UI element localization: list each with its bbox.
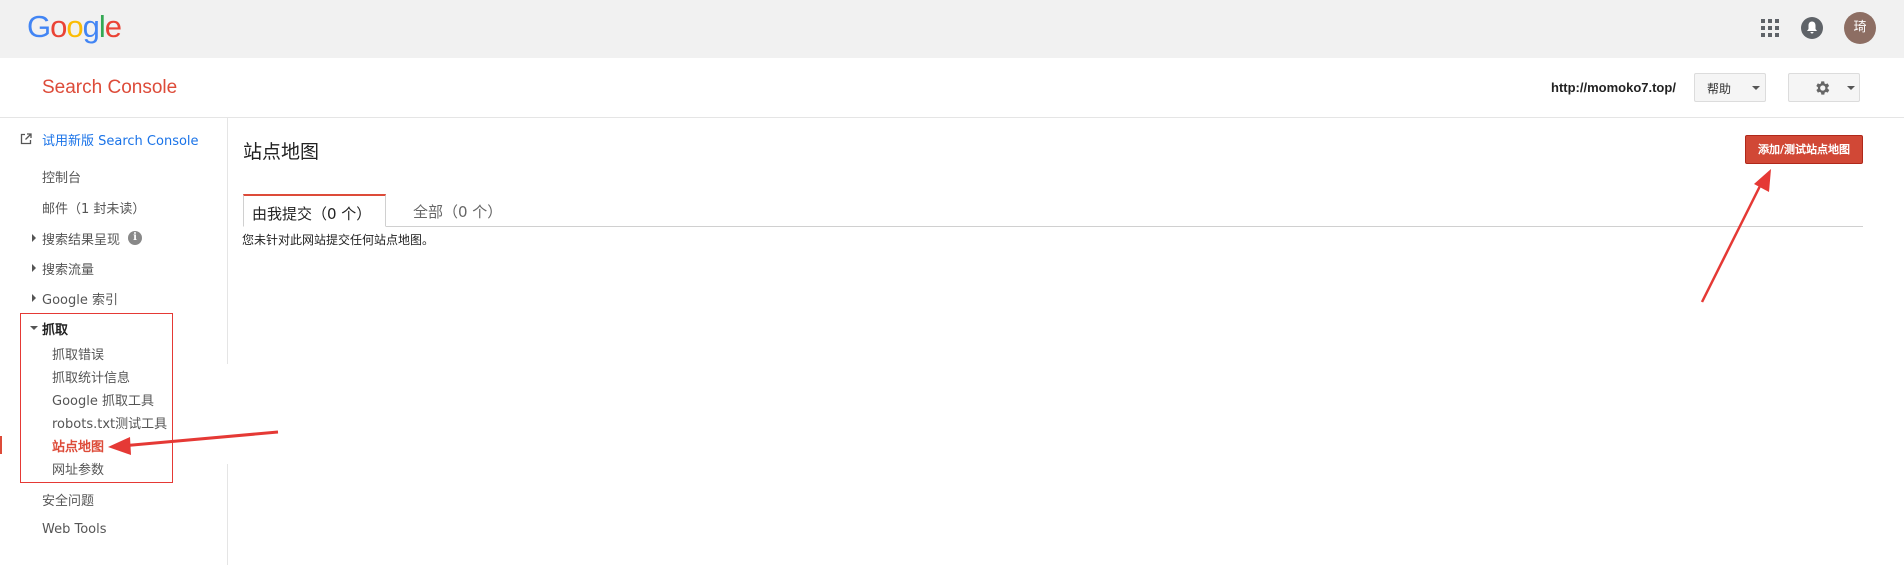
tab-all[interactable]: 全部（0 个） xyxy=(413,194,502,227)
arrow-to-add-button xyxy=(1700,169,1771,303)
logo-letter: o xyxy=(50,9,67,44)
empty-state-message: 您未针对此网站提交任何站点地图。 xyxy=(242,233,435,247)
add-test-sitemap-button[interactable]: 添加/测试站点地图 xyxy=(1745,135,1863,164)
avatar[interactable]: 琦 xyxy=(1844,12,1876,44)
annotation-highlight-box xyxy=(20,313,173,483)
apps-grid-icon[interactable] xyxy=(1761,19,1779,37)
active-item-marker xyxy=(0,436,2,454)
expand-arrow-icon[interactable] xyxy=(32,234,36,242)
sidebar-item-security-issues[interactable]: 安全问题 xyxy=(42,490,94,509)
help-dropdown-button[interactable]: 帮助 xyxy=(1694,73,1766,102)
bell-icon[interactable] xyxy=(1801,17,1823,39)
console-header: Search Console http://momoko7.top/ 帮助 xyxy=(0,58,1904,118)
info-icon[interactable]: i xyxy=(128,231,142,245)
sidebar-item-google-index[interactable]: Google 索引 xyxy=(42,289,118,308)
logo-letter: g xyxy=(82,9,100,44)
property-url: http://momoko7.top/ xyxy=(1551,80,1676,95)
product-title[interactable]: Search Console xyxy=(42,77,177,99)
logo-letter: e xyxy=(104,9,122,44)
google-logo[interactable]: Google xyxy=(27,9,122,45)
sidebar-item-dashboard[interactable]: 控制台 xyxy=(42,167,81,186)
try-new-console-link[interactable]: 试用新版 Search Console xyxy=(42,130,199,149)
external-link-icon xyxy=(20,133,32,145)
help-label: 帮助 xyxy=(1707,82,1732,96)
sidebar-item-web-tools[interactable]: Web Tools xyxy=(42,522,107,537)
chevron-down-icon xyxy=(1752,86,1760,90)
sidebar-item-search-appearance[interactable]: 搜索结果呈现 xyxy=(42,229,120,248)
logo-letter: G xyxy=(27,9,51,44)
top-bar: Google 琦 xyxy=(0,0,1904,58)
chevron-down-icon xyxy=(1847,86,1855,90)
tab-submitted[interactable]: 由我提交（0 个） xyxy=(243,194,386,227)
expand-arrow-icon[interactable] xyxy=(32,294,36,302)
settings-dropdown-button[interactable] xyxy=(1788,73,1860,102)
gear-icon xyxy=(1816,81,1830,95)
sidebar-item-search-traffic[interactable]: 搜索流量 xyxy=(42,259,94,278)
expand-arrow-icon[interactable] xyxy=(32,264,36,272)
sidebar-item-messages[interactable]: 邮件（1 封未读） xyxy=(42,198,145,217)
page-title: 站点地图 xyxy=(243,141,320,163)
logo-letter: o xyxy=(66,9,83,44)
